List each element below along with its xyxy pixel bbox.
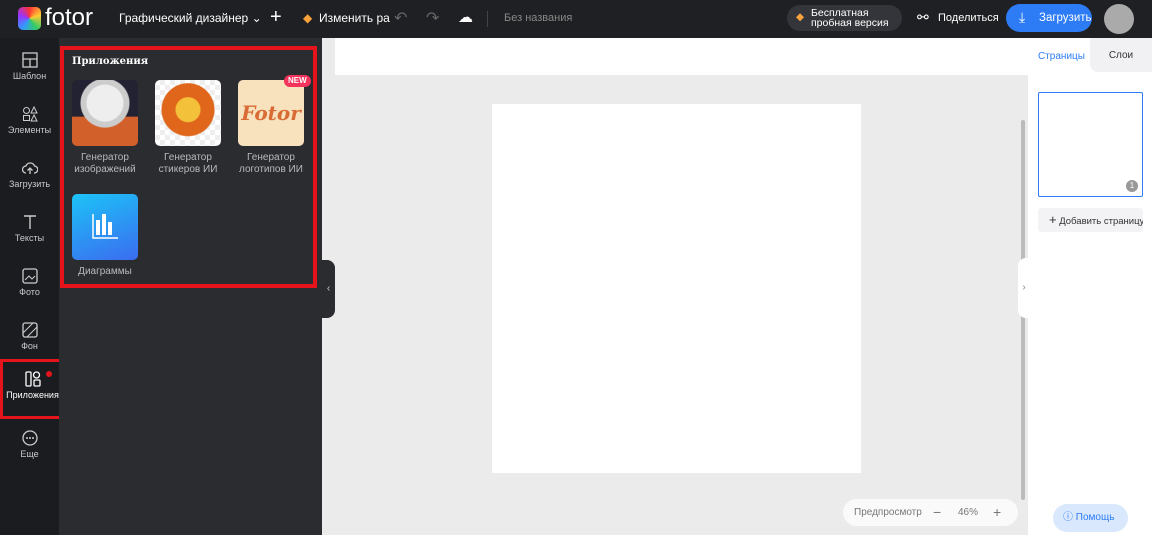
tab-layers-label: Слои <box>1108 50 1134 61</box>
redo-icon[interactable]: ↷ <box>426 8 439 28</box>
app-image-generator[interactable]: Генератор изображений <box>63 80 147 176</box>
add-page-label: Добавить страницу <box>1059 216 1143 227</box>
diamond-icon: ◆ <box>303 11 313 25</box>
zoom-in-button[interactable]: + <box>993 499 1001 526</box>
app-logo-generator[interactable]: Fotor NEW Генератор логотипов ИИ <box>229 75 313 176</box>
zoom-value[interactable]: 46% <box>958 499 978 526</box>
sidebar-item-apps[interactable]: Приложения <box>0 359 65 419</box>
zoom-out-button[interactable]: − <box>933 499 941 526</box>
preview-button[interactable]: Предпросмотр <box>854 499 922 526</box>
more-icon <box>21 430 38 446</box>
mode-dropdown[interactable]: Графический дизайнер ⌄ <box>119 11 262 25</box>
sidebar-item-elements[interactable]: Элементы <box>0 100 59 150</box>
photo-icon <box>21 268 38 284</box>
sidebar: Шаблон Элементы Загрузить Тексты Фото Фо… <box>0 38 65 535</box>
fotor-logo-image: Fotor <box>238 80 304 146</box>
plus-icon: + <box>1049 212 1057 227</box>
tab-pages[interactable]: Страницы <box>1038 51 1085 62</box>
template-icon <box>21 52 38 68</box>
collapse-panel-button[interactable]: ‹ <box>322 260 335 318</box>
sidebar-item-upload[interactable]: Загрузить <box>0 154 59 204</box>
diamond-icon: ◆ <box>796 11 805 23</box>
app-label: Генератор <box>81 152 129 163</box>
app-sticker-generator[interactable]: Генератор стикеров ИИ <box>146 80 230 176</box>
fotor-logo-icon <box>18 7 41 30</box>
logo-text: fotor <box>45 4 94 31</box>
sidebar-item-texts[interactable]: Тексты <box>0 208 59 258</box>
app-label: Диаграммы <box>78 266 132 277</box>
new-badge: NEW <box>284 75 311 87</box>
edit-size-button[interactable]: Изменить ра <box>319 11 390 25</box>
tab-layers[interactable]: Слои <box>1090 38 1152 72</box>
top-bar: fotor Графический дизайнер ⌄ + ◆ Изменит… <box>0 0 1152 38</box>
shapes-icon <box>22 106 38 122</box>
apps-icon <box>24 371 41 387</box>
app-label: стикеров ИИ <box>158 164 218 175</box>
apps-panel: Приложения Генератор изображений Генерато… <box>59 38 322 535</box>
add-page-button[interactable]: + Добавить страницу <box>1038 208 1143 232</box>
undo-icon[interactable]: ↶ <box>394 8 407 28</box>
upload-cloud-icon <box>21 162 38 174</box>
free-trial-button[interactable]: ◆ Бесплатная пробная версия <box>787 5 902 31</box>
text-icon <box>23 215 36 229</box>
help-icon: ⓘ <box>1063 512 1073 523</box>
sidebar-item-more[interactable]: Еще <box>0 424 59 474</box>
sidebar-item-template[interactable]: Шаблон <box>0 46 59 96</box>
cloud-upload-icon[interactable]: ☁ <box>458 8 473 26</box>
chart-icon <box>72 194 138 260</box>
app-label: Генератор <box>247 152 295 163</box>
panel-title: Приложения <box>72 56 149 67</box>
background-icon <box>21 322 38 338</box>
trial-line-2: пробная версия <box>811 17 889 29</box>
right-panel: Страницы Слои 1 + Добавить страницу ⓘ По… <box>1028 38 1152 535</box>
avatar[interactable] <box>1104 4 1134 34</box>
notification-dot <box>46 371 52 377</box>
panda-astronaut-image <box>72 80 138 146</box>
sidebar-item-photo[interactable]: Фото <box>0 262 59 312</box>
lion-sticker-image <box>155 80 221 146</box>
canvas-toolbar <box>335 38 1028 75</box>
download-label: Загрузить <box>1039 12 1092 24</box>
page-number: 1 <box>1126 180 1138 192</box>
add-icon[interactable]: + <box>270 6 282 29</box>
download-icon: ⤓ <box>1019 9 1026 25</box>
app-label: Генератор <box>164 152 212 163</box>
share-icon[interactable]: ⚯ <box>917 9 929 26</box>
app-label: логотипов ИИ <box>239 164 303 175</box>
logo-image-text: Fotor <box>241 101 301 125</box>
help-label: Помощь <box>1075 512 1115 523</box>
download-button[interactable]: ⤓ Загрузить <box>1006 4 1092 32</box>
help-button[interactable]: ⓘ Помощь <box>1053 504 1128 532</box>
divider <box>487 11 488 27</box>
zoom-control: Предпросмотр − 46% + <box>843 499 1018 526</box>
share-button[interactable]: Поделиться <box>938 12 999 24</box>
design-canvas[interactable] <box>492 104 861 473</box>
app-label: изображений <box>74 164 136 175</box>
document-title[interactable]: Без названия <box>504 12 572 24</box>
page-thumbnail[interactable]: 1 <box>1038 92 1143 197</box>
app-charts[interactable]: Диаграммы <box>63 194 147 278</box>
